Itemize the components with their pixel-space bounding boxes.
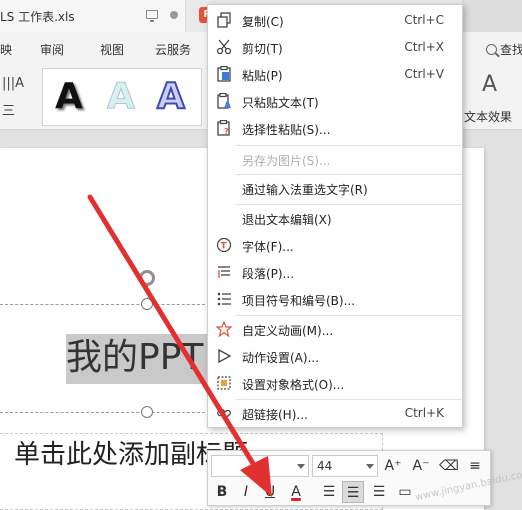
menu-item-action-settings[interactable]: 动作设置(A)... — [208, 343, 462, 370]
font-color-button[interactable]: A — [285, 481, 307, 503]
wordart-style-outline[interactable]: A — [156, 75, 186, 119]
menu-item-hyperlink[interactable]: 超链接(H)... Ctrl+K — [208, 400, 462, 427]
menu-item-label: 复制(C) — [242, 15, 284, 29]
menu-item-custom-animation[interactable]: 自定义动画(M)... — [208, 316, 462, 343]
star-icon — [216, 321, 232, 337]
menu-tab-review[interactable]: 审阅 — [40, 41, 64, 58]
chevron-down-icon — [297, 464, 305, 469]
rotate-handle[interactable] — [139, 270, 155, 286]
italic-button[interactable]: I — [235, 481, 257, 503]
menu-tab-cloud[interactable]: 云服务 — [155, 41, 191, 58]
grow-font-button[interactable]: A⁺ — [382, 455, 404, 477]
title-box-top-border — [0, 304, 210, 305]
text-effect-icon: A — [482, 72, 498, 97]
wordart-style-black[interactable]: A — [55, 75, 83, 119]
menu-item-label: 动作设置(A)... — [242, 351, 320, 365]
paragraph-icon — [218, 266, 230, 278]
document-tab-label: LS 工作表.xls — [0, 10, 75, 24]
play-icon — [218, 348, 232, 364]
wordart-style-light[interactable]: A — [107, 75, 136, 119]
align-button[interactable]: 三 — [2, 100, 15, 119]
scissors-icon — [216, 39, 232, 55]
text-box-icon[interactable]: ▭ — [394, 481, 416, 503]
menu-item-label: 退出文本编辑(X) — [242, 213, 332, 227]
title-bar-right — [462, 0, 522, 32]
menu-item-bullets-numbering[interactable]: 项目符号和编号(B)... — [208, 286, 462, 313]
copy-icon — [217, 12, 231, 28]
menu-item-label: 通过输入法重选文字(R) — [242, 183, 368, 197]
bullets-icon — [217, 292, 231, 306]
document-tab[interactable]: LS 工作表.xls — [0, 0, 186, 32]
bold-button[interactable]: B — [211, 481, 233, 503]
chevron-down-icon — [366, 464, 374, 469]
menu-item-paste[interactable]: 粘贴(P) Ctrl+V — [208, 61, 462, 88]
menu-item-font[interactable]: T 字体(F)... — [208, 232, 462, 259]
search-label: 查找 — [500, 43, 522, 57]
menu-item-copy[interactable]: 复制(C) Ctrl+C — [208, 7, 462, 34]
menu-item-label: 段落(P)... — [242, 267, 295, 281]
menu-item-label: 剪切(T) — [242, 42, 283, 56]
paste-text-icon: A — [217, 93, 231, 109]
menu-item-exit-text-edit[interactable]: 退出文本编辑(X) — [208, 205, 462, 232]
paste-icon — [217, 66, 231, 82]
font-size-value: 44 — [317, 459, 333, 473]
svg-text:T: T — [221, 242, 228, 252]
menu-item-label: 粘贴(P) — [242, 69, 283, 83]
line-spacing-icon[interactable]: ≡ — [464, 455, 486, 477]
menu-item-cut[interactable]: 剪切(T) Ctrl+X — [208, 34, 462, 61]
slide-title-text[interactable]: 我的PPT — [66, 335, 203, 381]
text-effect-label: 文本效果 — [464, 110, 513, 124]
menu-item-label: 另存为图片(S)... — [242, 154, 331, 168]
menu-item-paste-text-only[interactable]: A 只粘贴文本(T) — [208, 88, 462, 115]
font-icon: T — [216, 237, 232, 253]
menu-item-label: 选择性粘贴(S)... — [242, 123, 331, 137]
menu-item-label: 项目符号和编号(B)... — [242, 294, 356, 308]
shrink-font-button[interactable]: A⁻ — [410, 455, 432, 477]
menu-item-save-as-picture: 另存为图片(S)... — [208, 146, 462, 173]
menu-item-label: 只粘贴文本(T) — [242, 96, 319, 110]
menu-item-paste-special[interactable]: ? 选择性粘贴(S)... — [208, 115, 462, 142]
menu-tab-view[interactable]: 视图 — [100, 41, 124, 58]
paste-special-icon: ? — [217, 120, 230, 136]
resize-handle-top[interactable] — [141, 298, 153, 310]
context-menu: 复制(C) Ctrl+C 剪切(T) Ctrl+X 粘贴(P) Ctrl+V A… — [207, 4, 463, 428]
menu-item-shortcut: Ctrl+K — [404, 406, 444, 420]
menu-item-shortcut: Ctrl+V — [404, 67, 444, 81]
font-name-select[interactable] — [211, 455, 309, 477]
menu-item-shortcut: Ctrl+C — [404, 13, 444, 27]
align-left-icon[interactable]: ☰ — [318, 481, 340, 503]
title-box-bottom-border — [0, 412, 210, 413]
font-size-select[interactable]: 44 — [312, 455, 378, 477]
menu-tab-slideshow[interactable]: 映 — [0, 41, 12, 58]
resize-handle-bottom[interactable] — [141, 406, 153, 418]
line-spacing-button[interactable]: |||A — [2, 76, 24, 91]
menu-item-label: 字体(F)... — [242, 240, 294, 254]
svg-text:?: ? — [224, 127, 229, 136]
wordart-style-gallery: A A A — [42, 68, 202, 126]
menu-item-shortcut: Ctrl+X — [404, 40, 444, 54]
align-center-icon[interactable]: ☰ — [342, 481, 364, 503]
menu-item-ime-reselect[interactable]: 通过输入法重选文字(R) — [208, 175, 462, 202]
menu-item-label: 自定义动画(M)... — [242, 324, 334, 338]
align-right-icon[interactable]: ☰ — [368, 481, 390, 503]
menu-item-label: 设置对象格式(O)... — [242, 378, 345, 392]
search-command[interactable]: 查找 — [486, 41, 522, 58]
text-effect-button[interactable]: A 文本效果 — [464, 72, 522, 124]
monitor-icon[interactable] — [146, 10, 158, 22]
menu-item-label: 超链接(H)... — [242, 408, 308, 422]
search-icon — [486, 44, 497, 55]
clear-format-icon[interactable]: ⌫ — [438, 455, 460, 477]
mini-format-toolbar: 44 A⁺ A⁻ ⌫ ≡ B I U A ☰ ☰ ☰ ▭ — [207, 450, 491, 506]
menu-item-paragraph[interactable]: 段落(P)... — [208, 259, 462, 286]
underline-button[interactable]: U — [259, 481, 281, 503]
format-icon — [217, 376, 231, 390]
svg-text:A: A — [224, 101, 231, 109]
close-dot-icon[interactable] — [170, 11, 178, 19]
menu-item-format-object[interactable]: 设置对象格式(O)... — [208, 370, 462, 397]
link-icon — [217, 408, 231, 418]
